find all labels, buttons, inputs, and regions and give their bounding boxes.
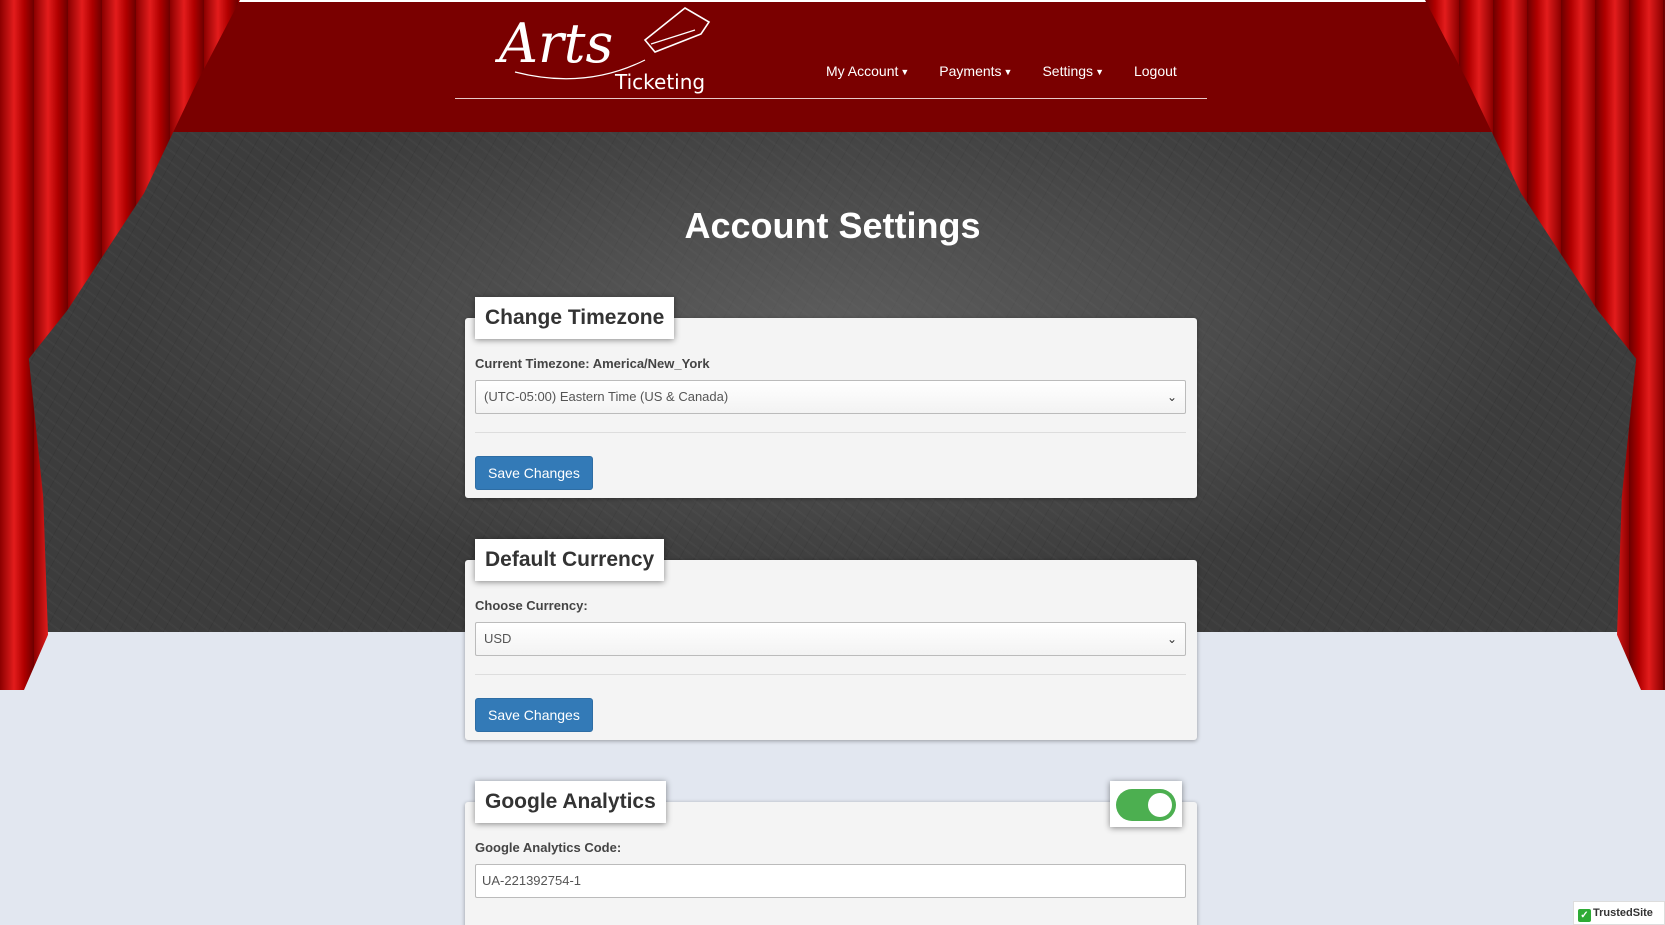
analytics-code-label: Google Analytics Code:	[475, 840, 622, 855]
trustedsite-text: TrustedSite	[1593, 907, 1653, 919]
currency-selected-value: USD	[484, 631, 512, 646]
analytics-heading: Google Analytics	[475, 781, 666, 823]
save-timezone-button[interactable]: Save Changes	[475, 456, 593, 490]
caret-down-icon: ▼	[1095, 67, 1104, 77]
choose-currency-label: Choose Currency:	[475, 598, 588, 613]
logo-script: Arts	[495, 12, 613, 75]
currency-panel: Default Currency Choose Currency: USD ⌄ …	[465, 539, 1197, 740]
trustedsite-badge[interactable]: ✓ TrustedSite	[1573, 901, 1665, 925]
timezone-selected-value: (UTC-05:00) Eastern Time (US & Canada)	[484, 389, 729, 404]
divider	[475, 432, 1186, 433]
nav-my-account-label: My Account	[826, 63, 899, 79]
analytics-toggle[interactable]	[1116, 789, 1176, 821]
nav-payments[interactable]: Payments ▼	[924, 63, 1027, 79]
nav-my-account[interactable]: My Account ▼	[811, 63, 924, 79]
top-navigation: Arts Ticketing My Account ▼ Payments ▼ Set…	[455, 0, 1207, 99]
timezone-panel: Change Timezone Current Timezone: Americ…	[465, 297, 1197, 498]
analytics-code-input[interactable]: UA-221392754-1	[475, 864, 1186, 898]
arts-ticketing-logo[interactable]: Arts Ticketing	[494, 0, 735, 98]
main-nav: My Account ▼ Payments ▼ Settings ▼ Logout	[811, 63, 1192, 79]
currency-select[interactable]: USD ⌄	[475, 622, 1186, 656]
page-title: Account Settings	[684, 205, 981, 246]
current-timezone-label: Current Timezone: America/New_York	[475, 356, 710, 371]
currency-heading: Default Currency	[475, 539, 665, 581]
chevron-down-icon: ⌄	[1166, 390, 1177, 404]
caret-down-icon: ▼	[900, 67, 910, 77]
timezone-select[interactable]: (UTC-05:00) Eastern Time (US & Canada) ⌄	[475, 380, 1186, 414]
nav-logout-label: Logout	[1133, 63, 1177, 79]
nav-settings[interactable]: Settings ▼	[1027, 63, 1119, 79]
timezone-heading: Change Timezone	[475, 297, 675, 339]
nav-logout[interactable]: Logout	[1119, 63, 1192, 79]
caret-down-icon: ▼	[1003, 67, 1013, 77]
analytics-toggle-container	[1110, 781, 1182, 827]
divider	[475, 674, 1186, 675]
nav-settings-label: Settings	[1042, 63, 1094, 79]
save-currency-button[interactable]: Save Changes	[475, 698, 593, 732]
analytics-panel: Google Analytics Google Analytics Code: …	[465, 781, 1197, 925]
toggle-knob	[1148, 793, 1172, 817]
logo-text: Ticketing	[615, 70, 706, 94]
nav-payments-label: Payments	[939, 63, 1002, 79]
check-icon: ✓	[1578, 909, 1591, 922]
chevron-down-icon: ⌄	[1166, 632, 1177, 646]
